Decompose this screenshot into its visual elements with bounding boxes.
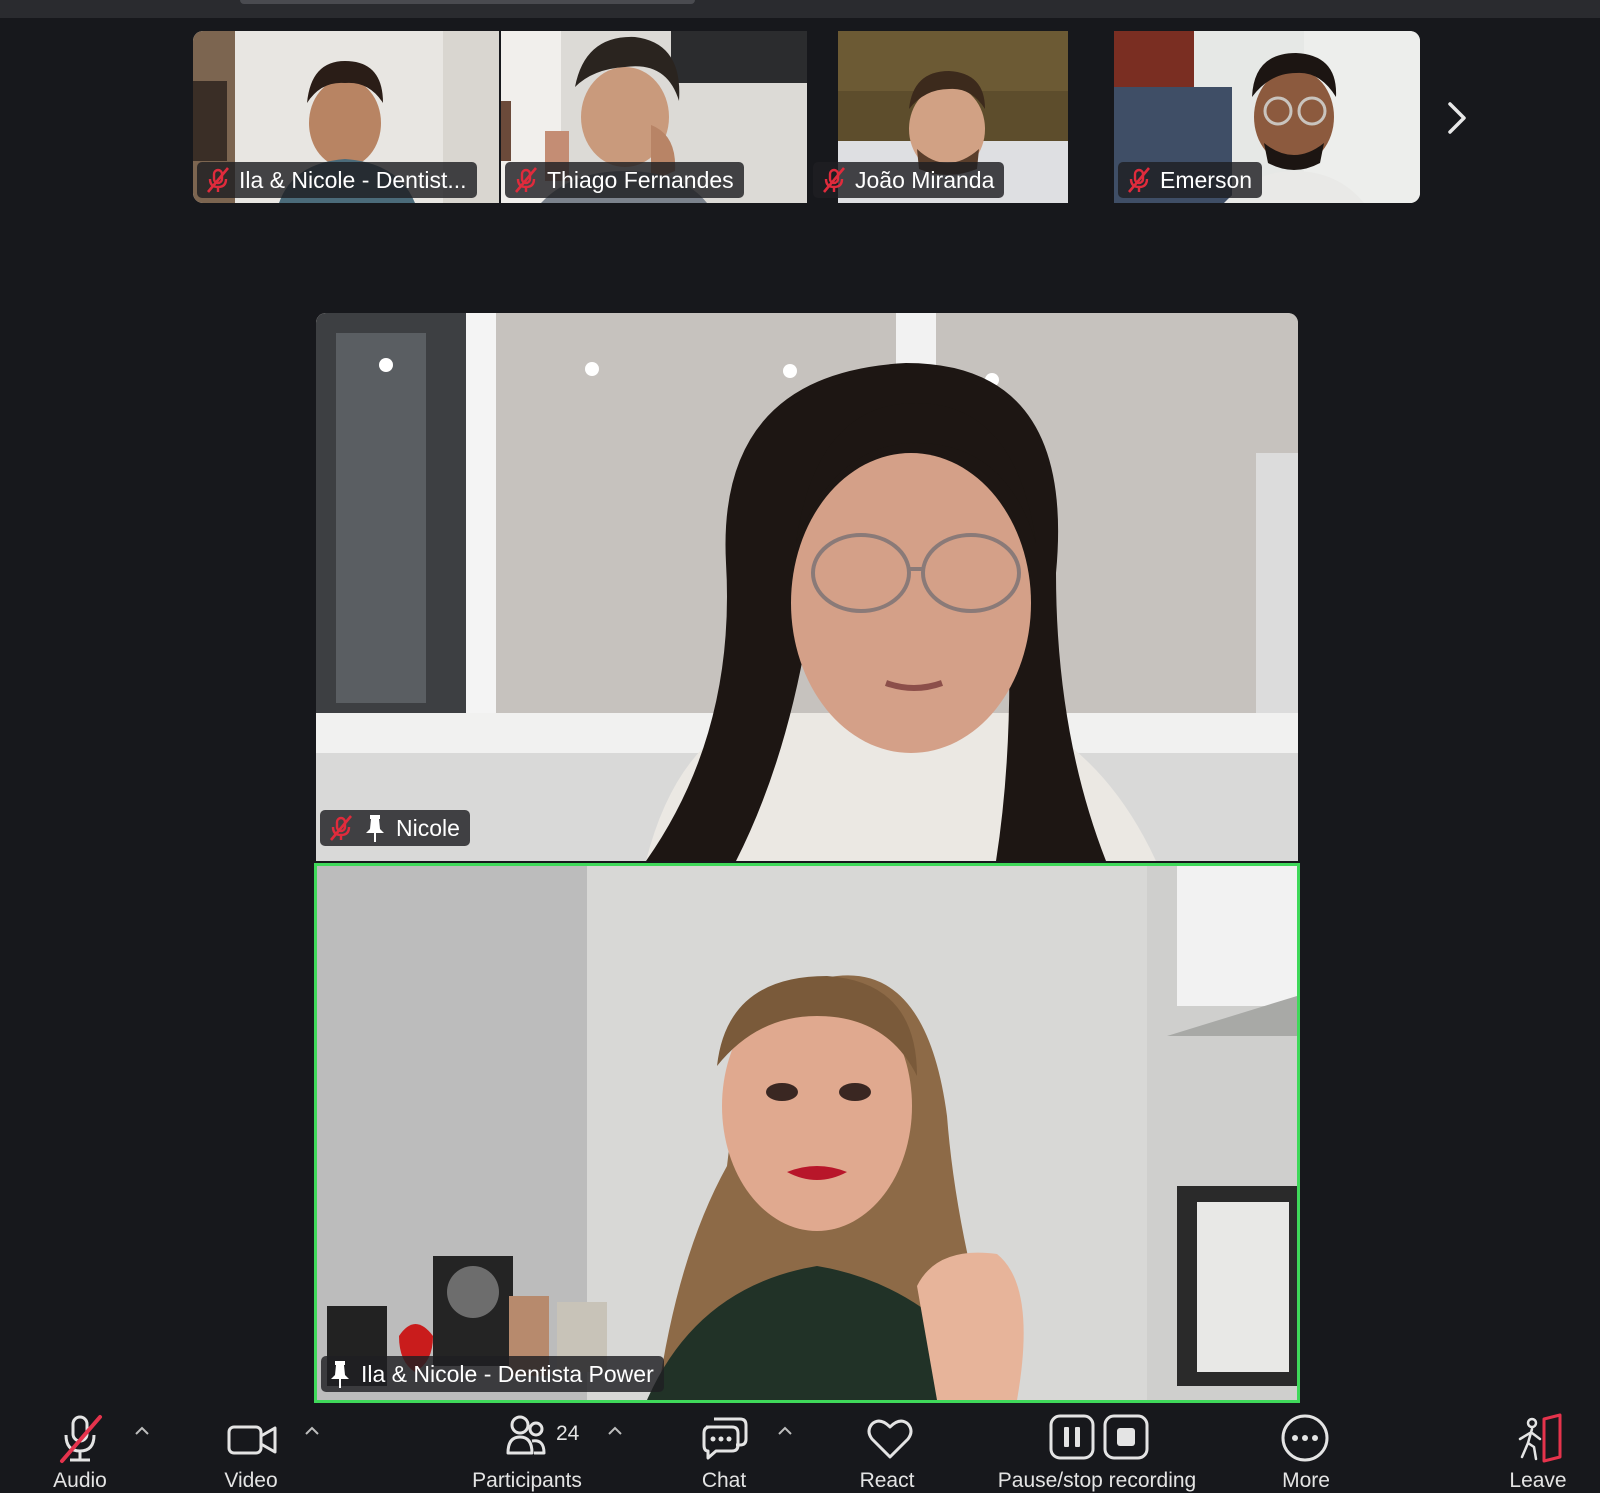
participant-thumbnail[interactable]: Emerson <box>1114 31 1420 203</box>
chevron-up-icon[interactable] <box>303 1425 321 1437</box>
pin-icon <box>366 815 384 842</box>
more-icon <box>1281 1414 1329 1462</box>
chevron-up-icon[interactable] <box>606 1425 624 1437</box>
react-label: React <box>859 1469 915 1492</box>
more-label: More <box>1282 1469 1330 1492</box>
audio-label: Audio <box>53 1469 107 1492</box>
more-button[interactable]: More <box>1260 1403 1350 1492</box>
thumbnail-strip: Ila & Nicole - Dentist... Thiago Fernand… <box>193 31 1420 203</box>
leave-button[interactable]: Leave <box>1494 1403 1574 1492</box>
participants-count: 24 <box>556 1422 580 1445</box>
chat-button[interactable]: Chat <box>680 1403 770 1492</box>
pin-icon <box>331 1361 349 1388</box>
participant-name-tag: João Miranda <box>813 162 1005 198</box>
participant-name: João Miranda <box>855 166 995 193</box>
mic-muted-icon <box>330 815 352 841</box>
participant-name: Ila & Nicole - Dentista Power <box>361 1360 654 1387</box>
chat-icon <box>702 1417 748 1460</box>
top-bar-handle[interactable] <box>240 0 695 4</box>
participant-video <box>317 866 1297 1400</box>
recording-controls: Pause/stop recording <box>970 1403 1220 1492</box>
video-tile[interactable]: Nicole <box>316 313 1298 861</box>
participant-video <box>316 313 1298 861</box>
participant-name: Nicole <box>396 814 460 841</box>
chevron-right-icon[interactable] <box>1444 98 1470 138</box>
mic-muted-icon <box>207 167 229 193</box>
pause-icon[interactable] <box>1048 1413 1096 1461</box>
recording-label: Pause/stop recording <box>997 1469 1197 1492</box>
participant-name: Emerson <box>1160 166 1253 193</box>
participant-name-tag: Ila & Nicole - Dentist... <box>197 162 477 198</box>
chevron-up-icon[interactable] <box>776 1425 794 1437</box>
leave-icon <box>1518 1413 1562 1463</box>
mic-muted-icon <box>515 167 537 193</box>
react-button[interactable]: React <box>840 1403 940 1492</box>
chat-label: Chat <box>701 1469 747 1492</box>
participants-button[interactable]: 24 Participants <box>450 1403 630 1492</box>
mic-muted-icon <box>823 167 845 193</box>
chevron-up-icon[interactable] <box>133 1425 151 1437</box>
heart-icon <box>867 1419 913 1459</box>
participant-name: Thiago Fernandes <box>547 166 734 193</box>
participant-thumbnail[interactable]: Thiago Fernandes <box>501 31 807 203</box>
participant-name-tag: Nicole <box>320 810 470 846</box>
participant-name-tag: Ila & Nicole - Dentista Power <box>321 1356 664 1392</box>
mic-muted-icon <box>60 1415 102 1463</box>
audio-button[interactable]: Audio <box>0 1403 140 1492</box>
participants-icon <box>506 1415 546 1455</box>
participant-name: Ila & Nicole - Dentist... <box>239 166 467 193</box>
participant-name-tag: Thiago Fernandes <box>505 162 744 198</box>
window-top-bar <box>0 0 1600 18</box>
meeting-toolbar: Audio Video 24 Participants Chat React P… <box>0 1403 1600 1492</box>
stop-icon[interactable] <box>1102 1413 1150 1461</box>
participant-name-tag: Emerson <box>1118 162 1263 198</box>
leave-label: Leave <box>1509 1469 1567 1492</box>
participants-label: Participants <box>472 1469 582 1492</box>
video-button[interactable]: Video <box>200 1403 310 1492</box>
mic-muted-icon <box>1128 167 1150 193</box>
video-tile-active-speaker[interactable]: Ila & Nicole - Dentista Power <box>314 863 1300 1403</box>
video-label: Video <box>224 1469 278 1492</box>
participant-thumbnail[interactable]: Ila & Nicole - Dentist... <box>193 31 499 203</box>
participant-thumbnail[interactable]: João Miranda <box>809 31 1115 203</box>
video-camera-icon <box>227 1425 277 1455</box>
